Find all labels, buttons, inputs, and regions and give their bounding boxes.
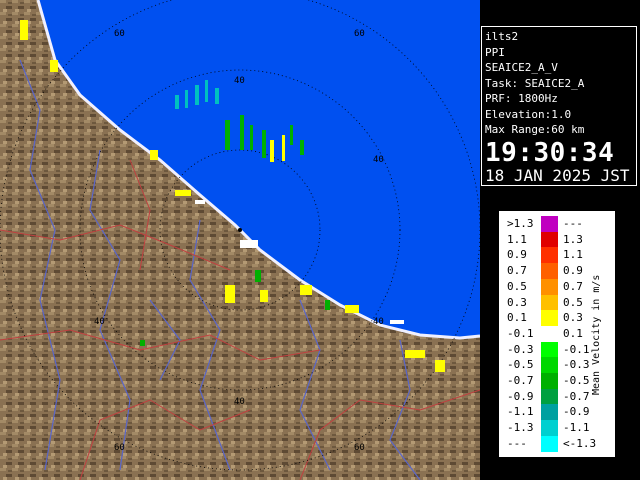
- legend-low-value: 0.3: [507, 295, 527, 309]
- ring-label-40-bottom: 40: [234, 397, 245, 407]
- legend-color-swatch: [541, 435, 558, 452]
- ring-label-40-lower-right: 40: [373, 317, 384, 327]
- legend-color-swatch: [541, 278, 558, 295]
- radar-site-marker: [238, 228, 242, 232]
- legend-row: 1.1 1.3: [499, 231, 599, 248]
- legend-color-swatch: [541, 231, 558, 248]
- legend-low-value: >1.3: [507, 217, 534, 230]
- scan-mode: PPI: [485, 45, 505, 59]
- legend-color-swatch: [541, 388, 558, 405]
- legend-row: 0.5 0.7: [499, 278, 599, 295]
- legend-color-swatch: [541, 341, 558, 358]
- legend-low-value: 0.5: [507, 279, 527, 293]
- scan-time: 19:30:34: [485, 137, 615, 168]
- ring-label-60-top-left: 60: [114, 29, 125, 39]
- max-range-value: Max Range:60 km: [485, 123, 585, 136]
- scan-date: 18 JAN 2025 JST: [485, 165, 630, 185]
- legend-row: 0.3 0.5: [499, 294, 599, 311]
- legend-color-swatch: [541, 404, 558, 421]
- legend-row: --- <-1.3: [499, 435, 599, 452]
- ring-label-40-top: 40: [234, 76, 245, 86]
- legend-color-swatch: [541, 247, 558, 264]
- legend-low-value: -0.1: [507, 326, 534, 340]
- radar-ppi-map[interactable]: 60 60 40 40 40 40 40 60 60: [0, 0, 480, 480]
- legend-low-value: 1.1: [507, 232, 527, 246]
- site-name: ilts2: [485, 30, 519, 43]
- ring-label-60-top-right: 60: [354, 29, 365, 39]
- legend-row: -0.3 -0.1: [499, 341, 599, 358]
- legend-row: -0.5 -0.3: [499, 357, 599, 374]
- ring-label-40-left: 40: [94, 317, 105, 327]
- legend-low-value: -1.3: [507, 421, 534, 435]
- elevation-value: Elevation:1.0: [485, 107, 572, 121]
- product-name: SEAICE2_A_V: [485, 61, 558, 74]
- legend-low-value: -0.7: [507, 374, 534, 387]
- legend-title: Mean Velocity in m/s: [591, 274, 602, 396]
- legend-row: -0.1 0.1: [499, 325, 599, 342]
- legend-low-value: -0.3: [507, 342, 534, 356]
- legend-low-value: -0.9: [507, 389, 534, 403]
- legend-color-swatch: [541, 294, 558, 311]
- legend-row: >1.3 ---: [499, 216, 599, 232]
- legend-row: -1.3 -1.1: [499, 420, 599, 437]
- legend-low-value: ---: [507, 436, 527, 450]
- legend-color-swatch: [541, 263, 558, 280]
- legend-row: -0.9 -0.7: [499, 388, 599, 405]
- legend-low-value: 0.7: [507, 264, 527, 278]
- legend-row: 0.7 0.9: [499, 263, 599, 280]
- legend-row: 0.9 1.1: [499, 247, 599, 264]
- velocity-legend: >1.3 --- 1.1 1.3 0.9 1.1 0.7 0.9 0.5 0.7 0.3 0.5 0.1…: [498, 210, 616, 458]
- prf-value: PRF: 1800Hz: [485, 92, 558, 105]
- legend-row: 0.1 0.3: [499, 310, 599, 327]
- legend-low-value: 0.9: [507, 248, 527, 262]
- legend-low-value: -1.1: [507, 405, 534, 419]
- legend-color-swatch: [541, 420, 558, 437]
- radar-display: 60 60 40 40 40 40 40 60 60 ilts2 PPI SEA…: [0, 0, 640, 480]
- legend-row: -0.7 -0.5: [499, 373, 599, 389]
- legend-low-value: -0.5: [507, 358, 534, 372]
- task-name: Task: SEAICE2_A: [485, 76, 585, 90]
- legend-color-swatch: [541, 325, 558, 342]
- legend-color-swatch: [541, 373, 558, 389]
- ring-label-60-bottom-left: 60: [114, 443, 125, 453]
- scan-info-panel: ilts2 PPI SEAICE2_A_V Task: SEAICE2_A PR…: [481, 26, 637, 186]
- legend-color-swatch: [541, 310, 558, 327]
- legend-color-swatch: [541, 357, 558, 374]
- legend-low-value: 0.1: [507, 311, 527, 325]
- ring-label-40-right: 40: [373, 155, 384, 165]
- ring-label-60-bottom-right: 60: [354, 443, 365, 453]
- legend-color-swatch: [541, 216, 558, 232]
- legend-row: -1.1 -0.9: [499, 404, 599, 421]
